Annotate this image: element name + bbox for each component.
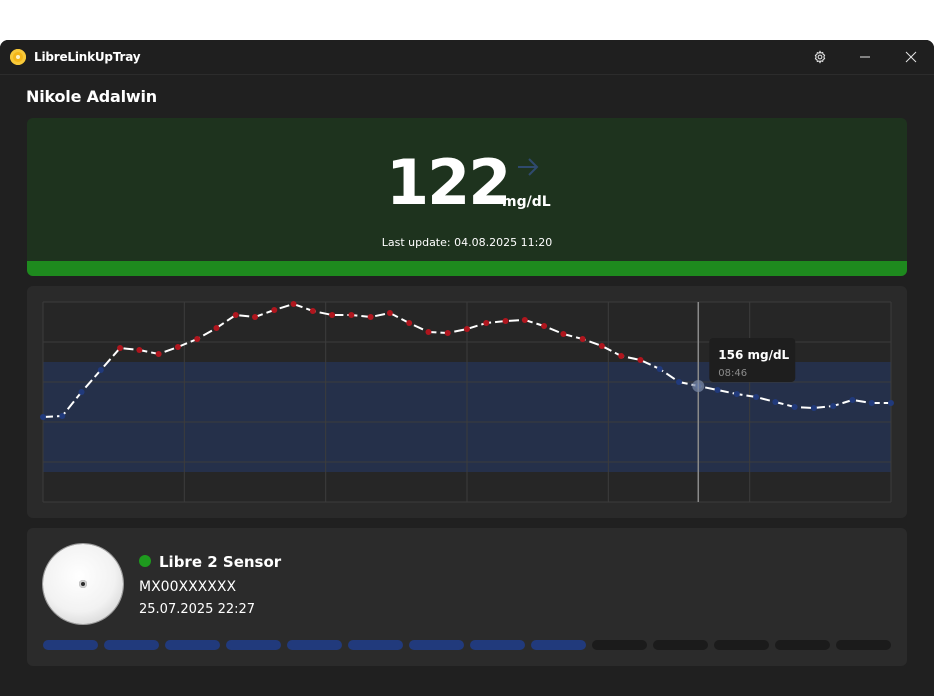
glucose-point xyxy=(618,353,625,359)
lifetime-segment xyxy=(104,640,159,650)
close-icon xyxy=(905,51,917,63)
title-bar[interactable]: LibreLinkUpTray xyxy=(0,40,934,75)
glucose-point xyxy=(252,314,258,320)
lifetime-segment xyxy=(592,640,647,650)
tooltip-time: 08:46 xyxy=(718,368,747,379)
glucose-point xyxy=(59,413,66,419)
glucose-point xyxy=(406,320,413,326)
glucose-point xyxy=(579,336,586,342)
lifetime-segment xyxy=(165,640,220,650)
minimize-icon xyxy=(860,56,870,58)
sensor-serial: MX00XXXXXX xyxy=(139,579,237,595)
glucose-point xyxy=(367,314,374,320)
glucose-point xyxy=(541,323,548,329)
glucose-point xyxy=(78,389,85,395)
sensor-status-indicator xyxy=(139,555,151,567)
glucose-point xyxy=(888,400,894,406)
glucose-point xyxy=(386,310,393,316)
glucose-point xyxy=(753,394,760,400)
last-update-text: Last update: 04.08.2025 11:20 xyxy=(381,236,553,249)
lifetime-segment xyxy=(836,640,891,650)
minimize-button[interactable] xyxy=(842,40,888,74)
user-name: Nikole Adalwin xyxy=(26,87,157,106)
app-icon xyxy=(10,49,26,65)
sensor-card: Libre 2 Sensor MX00XXXXXX 25.07.2025 22:… xyxy=(27,528,907,666)
glucose-chart[interactable]: 156 mg/dL 08:46 xyxy=(27,286,907,518)
window-title: LibreLinkUpTray xyxy=(34,50,141,64)
glucose-point xyxy=(97,367,104,373)
glucose-point xyxy=(598,343,605,349)
glucose-value: 122 xyxy=(386,146,511,219)
glucose-point xyxy=(290,301,297,307)
lifetime-segment xyxy=(348,640,403,650)
glucose-point xyxy=(560,331,567,337)
glucose-point xyxy=(772,399,779,405)
glucose-chart-card: 156 mg/dL 08:46 xyxy=(27,286,907,518)
glucose-point xyxy=(117,345,124,351)
sensor-name: Libre 2 Sensor xyxy=(159,553,282,571)
glucose-point xyxy=(502,318,509,324)
glucose-card: 122 mg/dL Last update: 04.08.2025 11:20 xyxy=(27,118,907,276)
glucose-point xyxy=(329,312,336,318)
lifetime-segment xyxy=(714,640,769,650)
glucose-point xyxy=(521,317,528,323)
glucose-point xyxy=(810,405,817,411)
glucose-point xyxy=(868,400,875,406)
gear-icon xyxy=(814,50,826,64)
glucose-point xyxy=(676,379,682,385)
glucose-point xyxy=(637,357,644,363)
glucose-point xyxy=(733,391,740,397)
arrow-right-icon xyxy=(518,158,539,176)
glucose-point xyxy=(791,404,798,410)
sensor-lifetime-bar xyxy=(43,640,891,650)
close-button[interactable] xyxy=(888,40,934,74)
glucose-point xyxy=(849,397,856,403)
glucose-point xyxy=(425,329,432,335)
glucose-point xyxy=(155,351,162,357)
glucose-point xyxy=(830,403,837,409)
lifetime-segment xyxy=(653,640,708,650)
glucose-point xyxy=(309,308,316,314)
glucose-unit: mg/dL xyxy=(502,194,551,210)
lifetime-segment xyxy=(226,640,281,650)
app-window: LibreLinkUpTray Nikole Adalwin 122 mg/dL xyxy=(0,40,934,696)
glucose-point xyxy=(714,387,721,393)
glucose-point xyxy=(444,330,451,336)
glucose-point xyxy=(348,312,355,318)
glucose-point xyxy=(174,344,181,350)
glucose-point xyxy=(656,366,663,372)
glucose-point xyxy=(136,347,143,353)
lifetime-segment xyxy=(287,640,342,650)
sensor-image xyxy=(43,544,123,624)
sensor-start-date: 25.07.2025 22:27 xyxy=(139,602,256,617)
lifetime-segment xyxy=(775,640,830,650)
glucose-point xyxy=(464,326,470,332)
glucose-point xyxy=(40,414,46,420)
glucose-point xyxy=(232,312,239,318)
settings-button[interactable] xyxy=(797,40,843,74)
lifetime-segment xyxy=(531,640,586,650)
lifetime-segment xyxy=(43,640,98,650)
lifetime-segment xyxy=(409,640,464,650)
glucose-point xyxy=(194,336,201,342)
glucose-point xyxy=(213,325,220,331)
glucose-status-bar xyxy=(27,261,907,276)
chart-hover-point xyxy=(692,380,705,392)
lifetime-segment xyxy=(470,640,525,650)
tooltip-value: 156 mg/dL xyxy=(718,348,789,362)
glucose-point xyxy=(271,307,278,313)
glucose-point xyxy=(483,320,490,326)
